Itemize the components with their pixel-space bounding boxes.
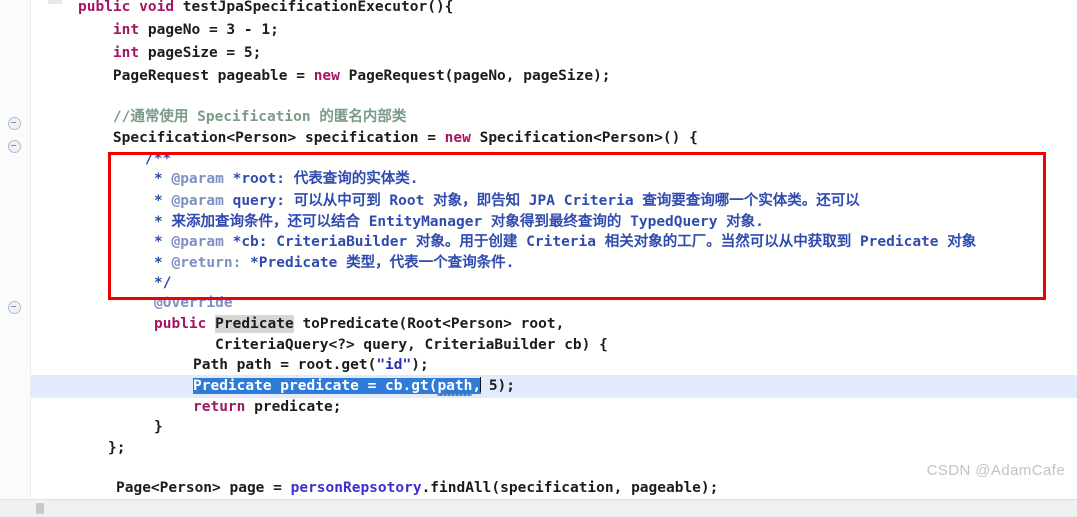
code-line-selected[interactable]: Predicate predicate = cb.gt(path, 5); xyxy=(193,375,515,398)
code-line[interactable]: }; xyxy=(108,437,125,460)
clipped-line-sliver xyxy=(48,0,62,4)
code-line[interactable]: public Predicate toPredicate(Root<Person… xyxy=(154,313,564,336)
code-fold-icon[interactable] xyxy=(8,140,21,153)
code-text-area[interactable]: public void testJpaSpecificationExecutor… xyxy=(30,0,1077,499)
line-number xyxy=(0,387,30,410)
code-line-javadoc[interactable]: * @return: *Predicate 类型，代表一个查询条件. xyxy=(154,252,514,275)
line-number xyxy=(0,249,30,272)
line-number xyxy=(0,88,30,111)
code-line-annotation[interactable]: @Override xyxy=(154,292,233,315)
line-number-gutter[interactable] xyxy=(0,0,31,499)
code-line[interactable]: int pageNo = 3 - 1; xyxy=(78,19,279,42)
line-number xyxy=(0,42,30,65)
code-line-javadoc[interactable]: * @param *root: 代表查询的实体类. xyxy=(154,168,418,191)
code-line[interactable]: Path path = root.get("id"); xyxy=(193,354,429,377)
line-number xyxy=(0,341,30,364)
line-number xyxy=(0,433,30,456)
line-number xyxy=(0,318,30,341)
line-number xyxy=(0,157,30,180)
code-line[interactable]: return predicate; xyxy=(193,396,341,419)
horizontal-scrollbar[interactable] xyxy=(0,499,1077,517)
code-line[interactable]: PageRequest pageable = new PageRequest(p… xyxy=(78,65,611,88)
line-number xyxy=(0,0,30,19)
line-number xyxy=(0,456,30,479)
line-number xyxy=(0,203,30,226)
line-number xyxy=(0,364,30,387)
line-number xyxy=(0,65,30,88)
line-number xyxy=(0,180,30,203)
editor-viewport[interactable]: public void testJpaSpecificationExecutor… xyxy=(0,0,1077,499)
code-line[interactable]: Page<Person> page = personRepsotory.find… xyxy=(116,477,718,499)
line-number xyxy=(0,479,30,499)
code-line[interactable]: Specification<Person> specification = ne… xyxy=(78,127,698,150)
current-line-highlight xyxy=(30,375,1077,398)
code-fold-icon[interactable] xyxy=(8,301,21,314)
scrollbar-thumb[interactable] xyxy=(36,503,44,514)
code-editor[interactable]: public void testJpaSpecificationExecutor… xyxy=(0,0,1077,517)
line-number xyxy=(0,19,30,42)
code-line[interactable]: } xyxy=(154,416,163,439)
code-line-javadoc[interactable]: * @param *cb: CriteriaBuilder 对象。用于创建 Cr… xyxy=(154,231,976,254)
line-number xyxy=(0,410,30,433)
line-number xyxy=(0,272,30,295)
code-line[interactable]: public void testJpaSpecificationExecutor… xyxy=(78,0,453,19)
code-line-comment[interactable]: //通常使用 Specification 的匿名内部类 xyxy=(78,106,406,129)
code-line-javadoc[interactable]: * @param query: 可以从中可到 Root 对象，即告知 JPA C… xyxy=(154,190,860,213)
line-number xyxy=(0,226,30,249)
code-line[interactable]: int pageSize = 5; xyxy=(78,42,261,65)
watermark-text: CSDN @AdamCafe xyxy=(926,462,1065,479)
code-fold-icon[interactable] xyxy=(8,117,21,130)
